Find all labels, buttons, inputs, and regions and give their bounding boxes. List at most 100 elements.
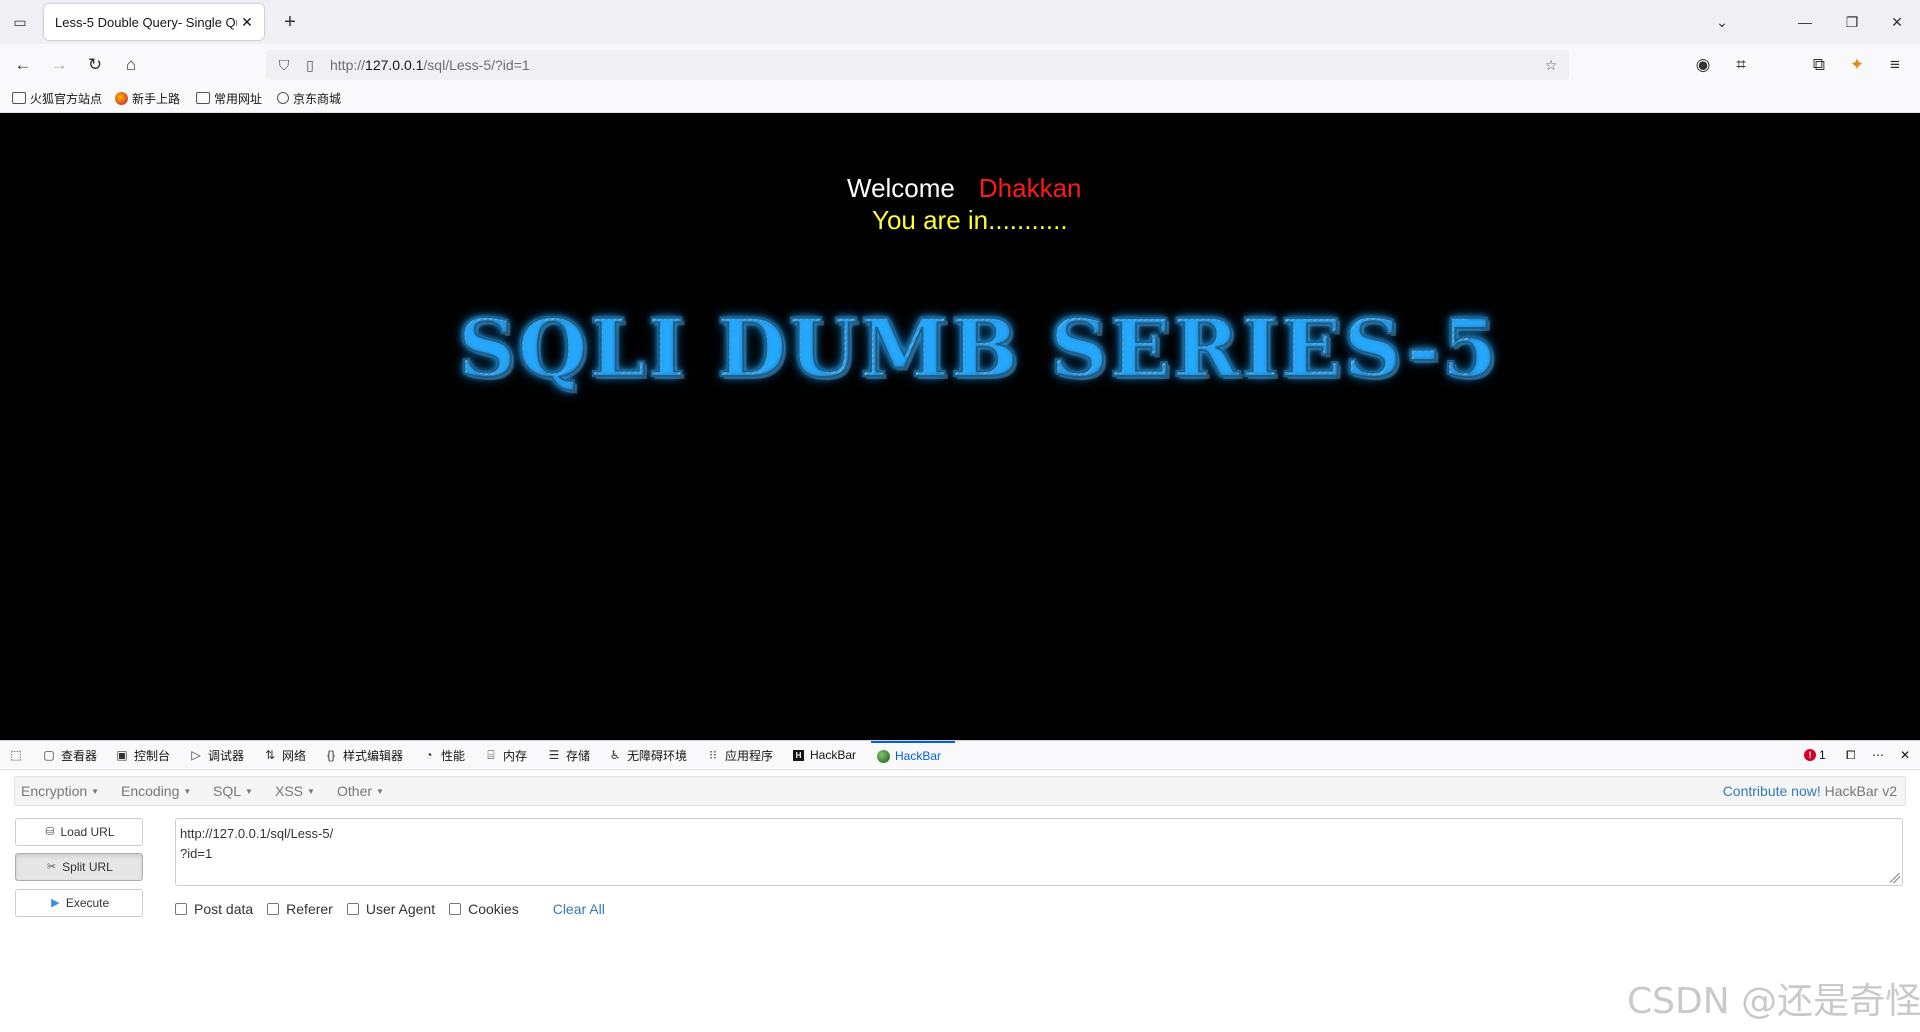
restore-icon[interactable]: ❐: [1837, 10, 1867, 34]
caret-down-icon: ▼: [376, 787, 384, 796]
firefox-icon: [115, 91, 128, 105]
tab-title: Less-5 Double Query- Single Qu: [55, 14, 237, 30]
login-status-text: You are in...........: [872, 205, 1068, 235]
bookmark-item[interactable]: 常用网址: [196, 89, 262, 107]
load-icon: ⛁: [45, 825, 55, 838]
tab-style-editor[interactable]: {} 样式编辑器: [323, 741, 403, 769]
post-data-checkbox[interactable]: [175, 903, 187, 915]
scissors-icon: ✂: [47, 860, 57, 873]
element-picker-icon[interactable]: ⬚: [8, 741, 28, 769]
hackbar-v2-icon: [877, 749, 890, 763]
post-data-option[interactable]: Post data: [175, 901, 253, 917]
welcome-line: Welcome Dhakkan: [847, 173, 1082, 204]
watermark: CSDN @还是奇怪: [1627, 981, 1920, 1022]
reload-icon[interactable]: ↻: [82, 52, 108, 78]
url-bar[interactable]: ⛉ ▯ http://127.0.0.1/sql/Less-5/?id=1 ☆: [266, 50, 1569, 80]
caret-down-icon: ▼: [183, 787, 192, 796]
resize-handle-icon[interactable]: [1890, 873, 1900, 883]
hackbar-menubar: Encryption ▼ Encoding ▼ SQL ▼ XSS ▼ Other ▼ C…: [14, 776, 1906, 806]
referer-checkbox[interactable]: [267, 903, 280, 915]
style-editor-icon: {}: [326, 748, 335, 762]
hackbar-contribute: Contribute now! HackBar v2: [1723, 783, 1897, 799]
tab-application[interactable]: ⁝⁝ 应用程序: [705, 741, 773, 769]
tab-inspector[interactable]: ▢ 查看器: [41, 741, 97, 769]
cookies-checkbox[interactable]: [449, 903, 462, 915]
debugger-icon: ▷: [191, 748, 201, 762]
title-banner: SQLI DUMB SERIES-5: [457, 288, 1498, 408]
tab-hackbar[interactable]: H HackBar: [793, 741, 856, 769]
more-options-icon[interactable]: ⋯: [1872, 745, 1884, 765]
window-close-icon[interactable]: ✕: [1882, 10, 1912, 34]
bookmark-item[interactable]: 京东商城: [277, 89, 341, 107]
tab-active[interactable]: Less-5 Double Query- Single Qu ✕: [44, 4, 264, 40]
hackbar-options: Post data Referer User Agent Cookies Cle…: [175, 900, 605, 918]
tab-memory[interactable]: ⌸ 内存: [483, 741, 527, 769]
user-agent-option[interactable]: User Agent: [346, 901, 435, 917]
extension-fox-icon[interactable]: ✦: [1844, 52, 1870, 78]
application-icon: ⁝⁝: [709, 748, 717, 762]
hackbar-version: HackBar v2: [1824, 783, 1897, 799]
error-count[interactable]: ! 1: [1804, 745, 1826, 765]
tab-performance[interactable]: ◔ 性能: [421, 741, 465, 769]
close-icon[interactable]: ✕: [238, 13, 256, 31]
menu-sql[interactable]: SQL ▼: [213, 783, 253, 799]
banner-text: SQLI DUMB SERIES-5: [457, 288, 1498, 408]
tab-list-icon[interactable]: ▭: [8, 10, 32, 34]
chevron-down-icon[interactable]: ⌄: [1707, 10, 1737, 34]
clear-all-link[interactable]: Clear All: [553, 901, 605, 917]
globe-icon: [277, 92, 289, 104]
dock-side-icon[interactable]: ⧠: [1846, 745, 1856, 765]
bookmark-item[interactable]: 新手上路: [115, 89, 180, 107]
bookmark-star-icon[interactable]: ☆: [1541, 55, 1561, 75]
tab-network[interactable]: ⇅ 网络: [262, 741, 306, 769]
console-icon: ▣: [116, 748, 128, 762]
menu-encryption[interactable]: Encryption ▼: [21, 783, 99, 799]
accessibility-icon: ♿: [609, 748, 621, 762]
error-icon: !: [1804, 749, 1816, 761]
devtools-close-icon[interactable]: ✕: [1900, 745, 1910, 765]
account-icon[interactable]: ◉: [1690, 52, 1716, 78]
minimize-icon[interactable]: —: [1790, 10, 1820, 34]
inspector-icon: ▢: [43, 748, 55, 762]
network-icon: ⇅: [264, 748, 276, 762]
tab-console[interactable]: ▣ 控制台: [114, 741, 170, 769]
hackbar-url-textarea[interactable]: http://127.0.0.1/sql/Less-5/ ?id=1: [175, 818, 1903, 886]
contribute-link[interactable]: Contribute now!: [1723, 783, 1821, 799]
storage-icon: ☰: [548, 748, 560, 762]
welcome-text: Welcome: [847, 173, 955, 203]
menu-icon[interactable]: ≡: [1882, 52, 1908, 78]
split-url-button[interactable]: ✂ Split URL: [15, 853, 143, 881]
tab-accessibility[interactable]: ♿ 无障碍环境: [607, 741, 687, 769]
referer-option[interactable]: Referer: [267, 901, 333, 917]
tab-storage[interactable]: ☰ 存储: [546, 741, 590, 769]
shield-icon[interactable]: ⛉: [274, 55, 294, 75]
forward-icon[interactable]: →: [46, 52, 72, 78]
user-agent-checkbox[interactable]: [346, 903, 359, 915]
folder-icon: [196, 92, 210, 104]
navigation-bar: ← → ↻ ⌂ ⛉ ▯ http://127.0.0.1/sql/Less-5/…: [0, 44, 1920, 84]
menu-xss[interactable]: XSS ▼: [275, 783, 315, 799]
menu-other[interactable]: Other ▼: [337, 783, 384, 799]
load-url-button[interactable]: ⛁ Load URL: [15, 818, 143, 846]
tab-hackbar-v2[interactable]: HackBar: [871, 741, 955, 769]
extensions-icon[interactable]: ⧉: [1806, 52, 1832, 78]
execute-button[interactable]: ▶ Execute: [15, 889, 143, 917]
folder-icon: [12, 92, 26, 104]
home-icon[interactable]: ⌂: [118, 52, 144, 78]
bookmarks-toolbar: 火狐官方站点 新手上路 常用网址 京东商城: [0, 84, 1920, 113]
caret-down-icon: ▼: [91, 787, 100, 796]
menu-encoding[interactable]: Encoding ▼: [121, 783, 191, 799]
tab-debugger[interactable]: ▷ 调试器: [188, 741, 244, 769]
devtools-toolbar: ⬚ ▢ 查看器 ▣ 控制台 ▷ 调试器 ⇅ 网络 {} 样式编辑器 ◔ 性能 ⌸ 内存 ☰ 存储…: [0, 741, 1920, 770]
back-icon[interactable]: ←: [10, 52, 36, 78]
url-line: http://127.0.0.1/sql/Less-5/: [180, 826, 334, 841]
screenshot-crop-icon[interactable]: ⌗: [1728, 52, 1754, 78]
username-text: Dhakkan: [978, 173, 1082, 203]
caret-down-icon: ▼: [245, 787, 253, 796]
url-text[interactable]: http://127.0.0.1/sql/Less-5/?id=1: [330, 57, 530, 73]
url-line: ?id=1: [180, 846, 213, 861]
bookmark-item[interactable]: 火狐官方站点: [12, 89, 102, 107]
cookies-option[interactable]: Cookies: [449, 901, 519, 917]
memory-icon: ⌸: [487, 747, 495, 762]
new-tab-button[interactable]: +: [278, 10, 302, 34]
